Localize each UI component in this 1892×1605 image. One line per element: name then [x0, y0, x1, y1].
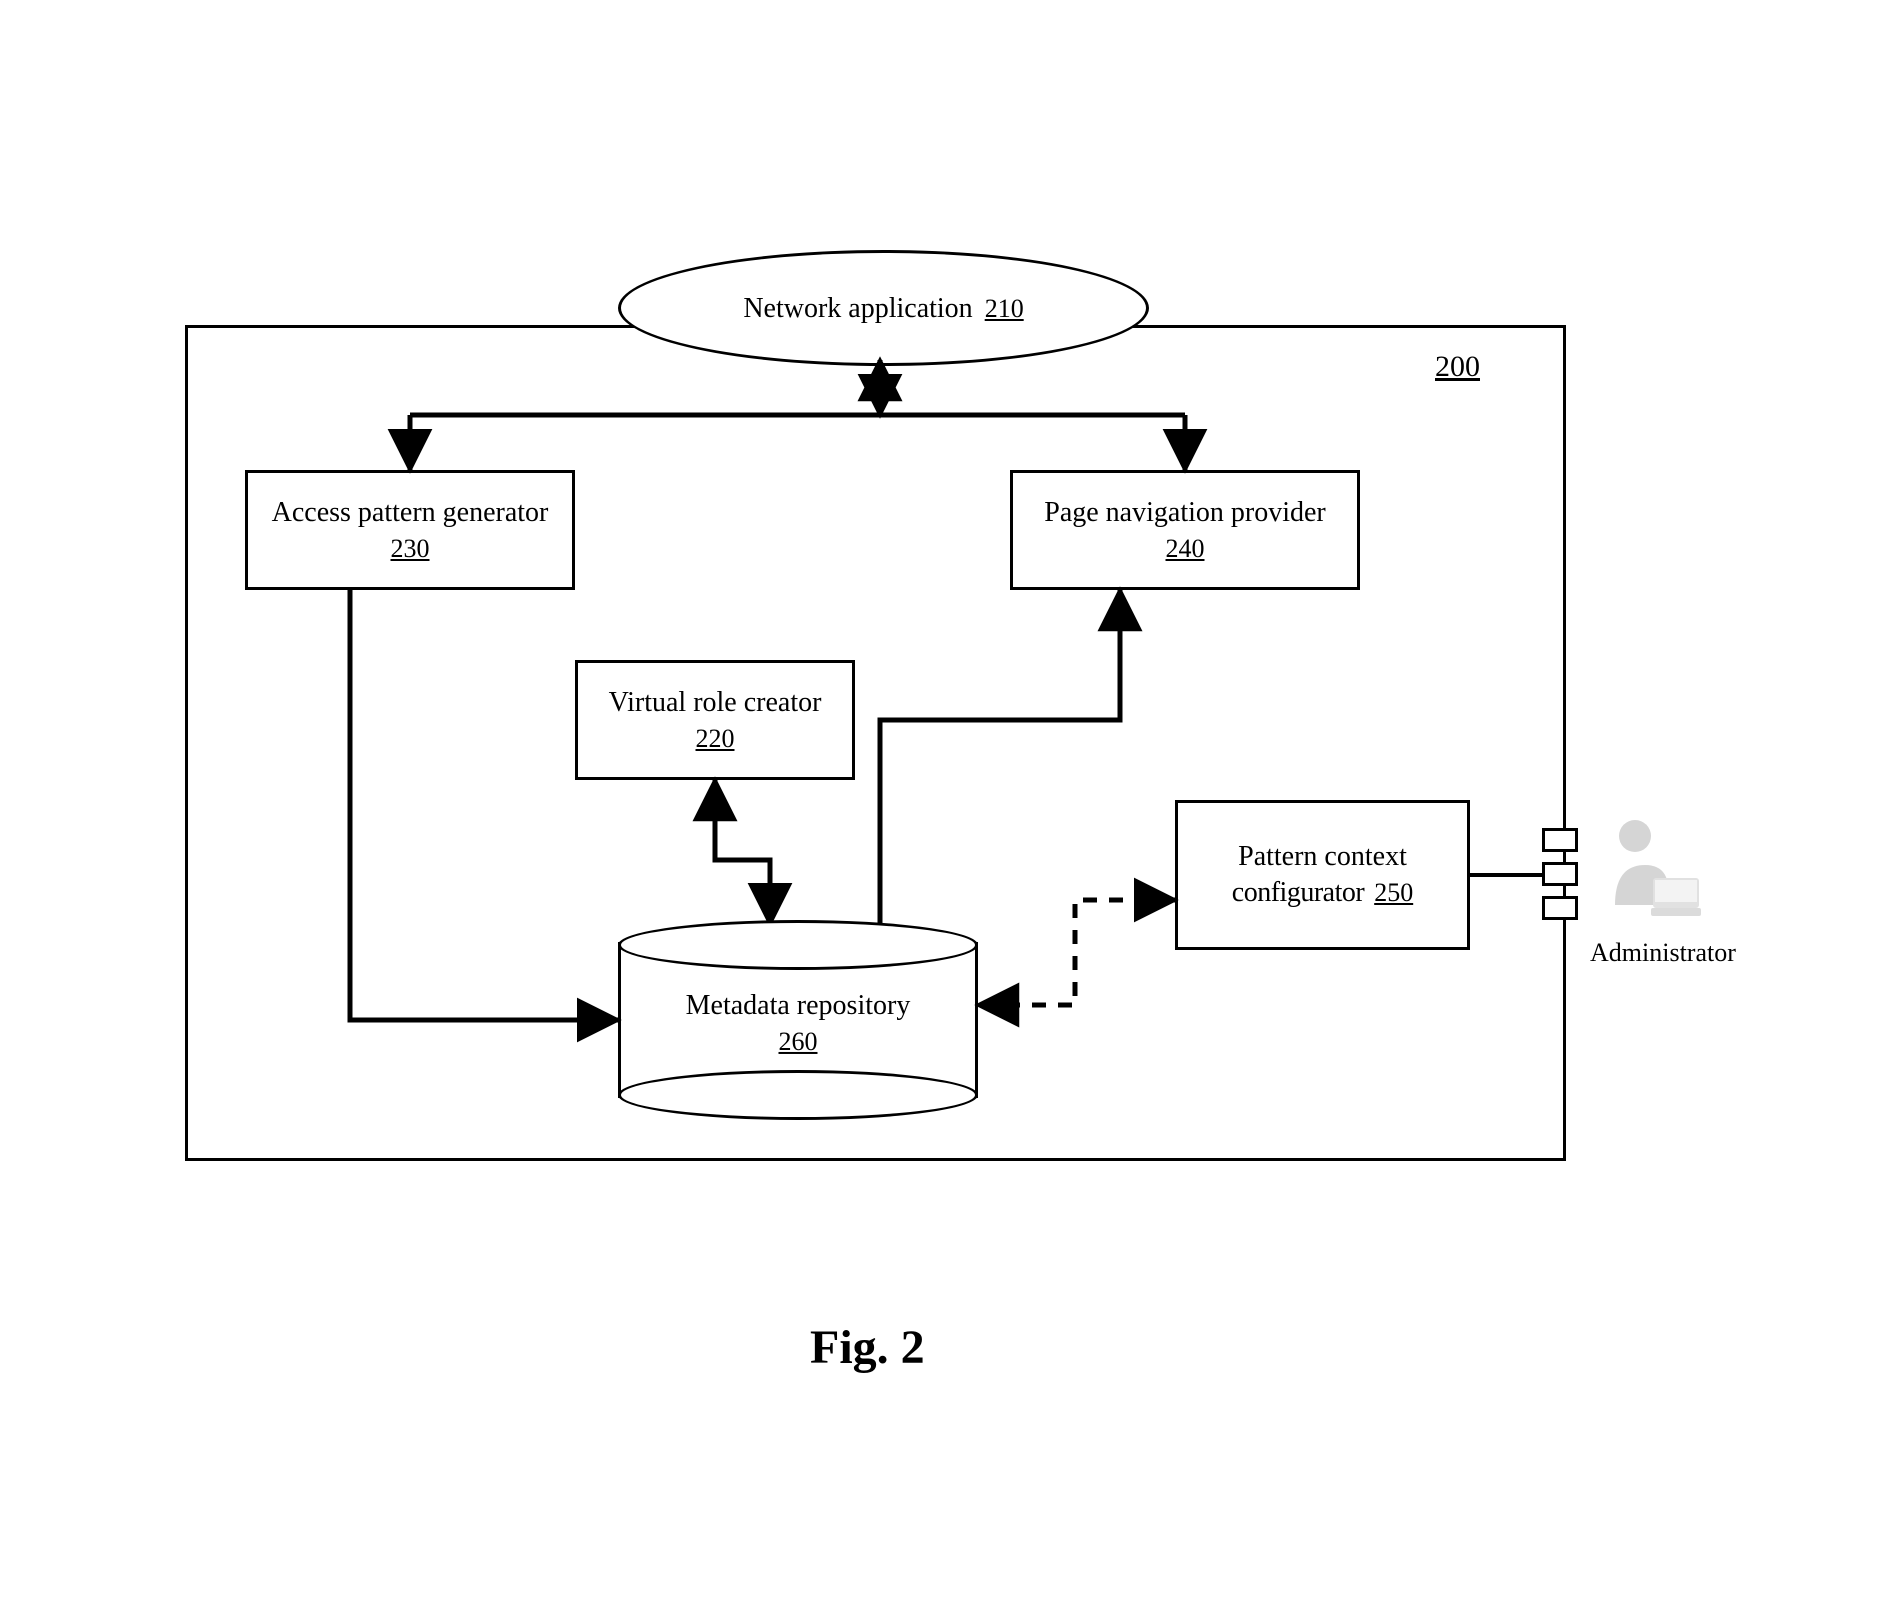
connector-repo-to-pnp: [880, 590, 1120, 924]
connector-vrc-repo: [715, 780, 770, 924]
connector-layer: [0, 0, 1892, 1605]
metadata-repository-ref: 260: [779, 1027, 818, 1057]
metadata-repository-label: Metadata repository: [686, 989, 911, 1023]
figure-caption: Fig. 2: [810, 1320, 925, 1375]
connector-pcc-repo-dashed: [978, 900, 1175, 1005]
connector-apg-to-repo: [350, 590, 618, 1020]
